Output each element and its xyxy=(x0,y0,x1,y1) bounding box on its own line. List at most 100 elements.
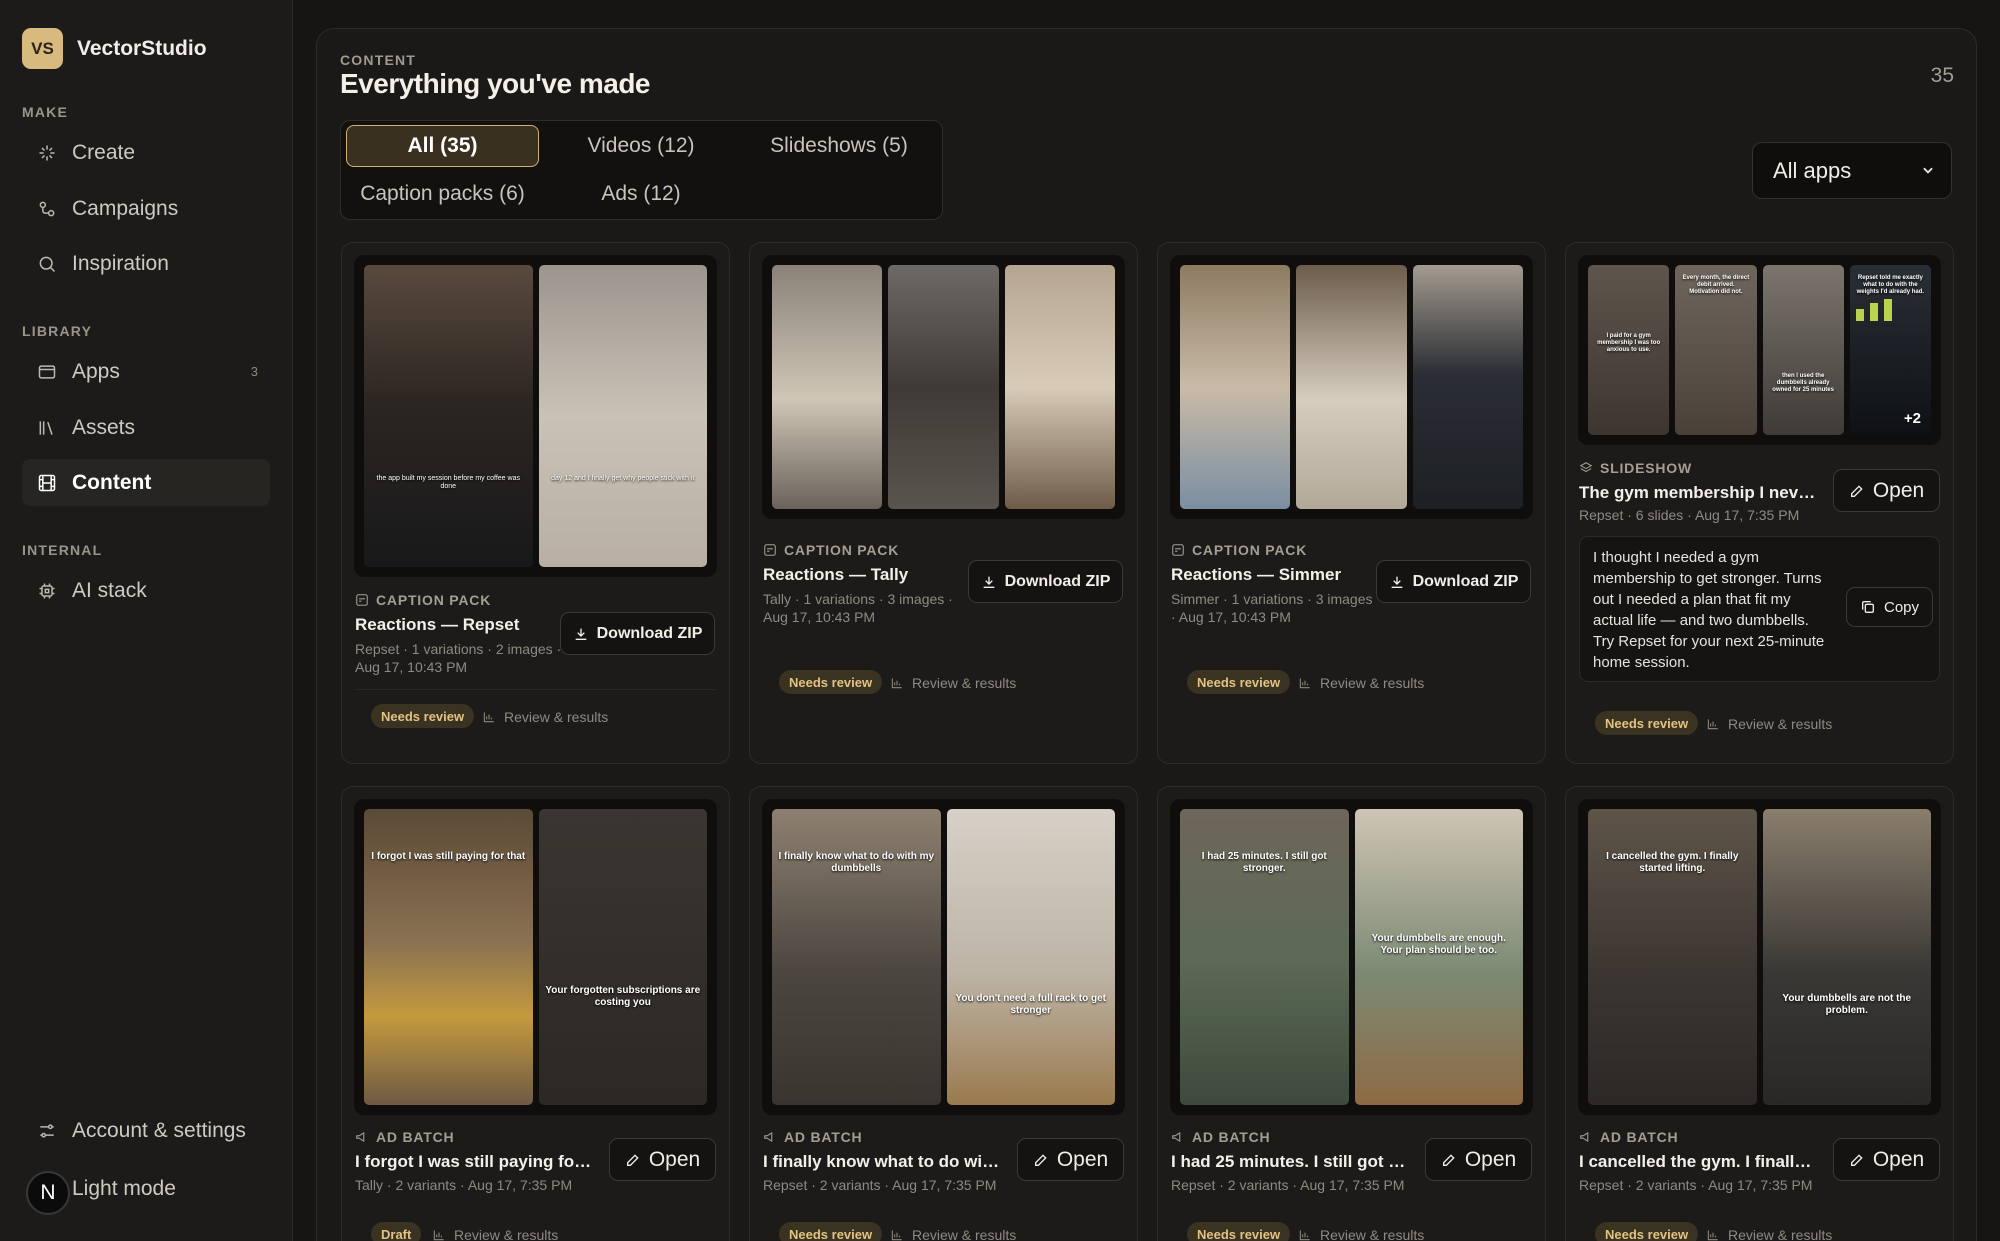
status-badge: Needs review xyxy=(779,670,883,694)
card-divider xyxy=(355,689,716,690)
card-thumbnails[interactable]: I finally know what to do with my dumbbe… xyxy=(762,799,1125,1115)
sidebar-item-label: Assets xyxy=(72,415,136,439)
thumbnail: I cancelled the gym. I finally started l… xyxy=(1588,809,1757,1105)
card-meta: Repset · 2 variants · Aug 17, 7:35 PM xyxy=(763,1177,997,1193)
bar-chart-icon xyxy=(483,712,494,723)
tab-all[interactable]: All (35) xyxy=(346,125,539,167)
content-card[interactable]: CAPTION PACK Reactions — Tally Tally · 1… xyxy=(749,242,1138,764)
open-button[interactable]: Open xyxy=(1425,1138,1532,1181)
thumbnail: Your dumbbells are enough. Your plan sho… xyxy=(1354,809,1523,1105)
section-label-library: LIBRARY xyxy=(22,323,93,339)
review-results-link[interactable]: Review & results xyxy=(432,1227,558,1241)
card-meta: Tally · 2 variants · Aug 17, 7:35 PM xyxy=(355,1177,573,1193)
card-date: Aug 17, 10:43 PM xyxy=(763,609,876,625)
download-zip-button[interactable]: Download ZIP xyxy=(1376,560,1531,603)
review-results-link[interactable]: Review & results xyxy=(1706,716,1832,732)
thumbnail-caption: I cancelled the gym. I finally started l… xyxy=(1606,851,1739,874)
sidebar-item-apps[interactable]: Apps 3 xyxy=(22,348,270,395)
content-card[interactable]: I forgot I was still paying for that You… xyxy=(341,786,730,1241)
tab-caption-packs[interactable]: Caption packs (6) xyxy=(346,173,539,215)
card-meta: Repset · 6 slides · Aug 17, 7:35 PM xyxy=(1579,507,1800,523)
card-title[interactable]: I finally know what to do with my dumbbe… xyxy=(763,1152,1003,1172)
thumbnail: I had 25 minutes. I still got stronger. xyxy=(1180,809,1349,1105)
sidebar-item-ai-stack[interactable]: AI stack xyxy=(22,567,270,614)
card-thumbnails[interactable] xyxy=(762,255,1125,519)
sidebar-item-campaigns[interactable]: Campaigns xyxy=(22,185,270,232)
card-title[interactable]: I forgot I was still paying for that xyxy=(355,1152,595,1172)
card-thumbnails[interactable]: I cancelled the gym. I finally started l… xyxy=(1578,799,1941,1115)
sidebar-item-assets[interactable]: Assets xyxy=(22,404,270,451)
content-card[interactable]: CAPTION PACK Reactions — Simmer Simmer ·… xyxy=(1157,242,1546,764)
pencil-icon xyxy=(1850,1153,1863,1166)
sidebar-item-inspiration[interactable]: Inspiration xyxy=(22,240,270,287)
card-date: Aug 17, 10:43 PM xyxy=(355,659,468,675)
review-results-link[interactable]: Review & results xyxy=(1298,675,1424,691)
content-card[interactable]: I cancelled the gym. I finally started l… xyxy=(1565,786,1954,1241)
megaphone-icon xyxy=(1172,1131,1181,1143)
status-badge: Needs review xyxy=(1595,711,1699,735)
card-kind: CAPTION PACK xyxy=(763,542,899,558)
review-results-link[interactable]: Review & results xyxy=(1298,1227,1424,1241)
card-title[interactable]: I cancelled the gym. I finally started l… xyxy=(1579,1152,1819,1172)
download-zip-button[interactable]: Download ZIP xyxy=(968,560,1123,603)
chart-bar-decor xyxy=(1869,303,1878,321)
avatar[interactable]: N xyxy=(26,1171,70,1215)
card-kind: CAPTION PACK xyxy=(355,592,491,608)
review-results-link[interactable]: Review & results xyxy=(482,709,608,725)
thumbnail-caption: I paid for a gym membership I was too an… xyxy=(1597,333,1661,353)
account-settings-link[interactable]: Account & settings xyxy=(22,1107,270,1154)
thumbnail xyxy=(1412,265,1523,509)
thumbnail-caption: Your forgotten subscriptions are costing… xyxy=(545,985,701,1008)
sliders-icon xyxy=(36,1120,58,1142)
status-badge: Needs review xyxy=(371,704,475,728)
tab-ads[interactable]: Ads (12) xyxy=(551,173,731,215)
thumbnail-caption: Your dumbbells are not the problem. xyxy=(1782,993,1912,1016)
card-title[interactable]: Reactions — Tally xyxy=(763,565,953,585)
review-results-link[interactable]: Review & results xyxy=(890,675,1016,691)
card-title[interactable]: The gym membership I never... xyxy=(1579,483,1819,503)
layers-icon xyxy=(1579,462,1593,473)
open-button[interactable]: Open xyxy=(1833,469,1940,512)
sidebar-item-create[interactable]: Create xyxy=(22,129,270,176)
download-icon xyxy=(1391,576,1402,588)
card-title[interactable]: Reactions — Simmer xyxy=(1171,565,1361,585)
thumbnail: Every month, the direct debit arrived. M… xyxy=(1675,265,1757,435)
card-thumbnails[interactable]: I forgot I was still paying for that You… xyxy=(354,799,717,1115)
card-thumbnails[interactable]: I paid for a gym membership I was too an… xyxy=(1578,255,1941,445)
thumbnail: day 12 and I finally get why people stic… xyxy=(538,265,707,567)
tab-videos[interactable]: Videos (12) xyxy=(551,125,731,167)
card-thumbnails[interactable]: I had 25 minutes. I still got stronger. … xyxy=(1170,799,1533,1115)
thumbnail-caption: I forgot I was still paying for that xyxy=(371,851,526,862)
review-results-link[interactable]: Review & results xyxy=(890,1227,1016,1241)
search-icon xyxy=(36,253,58,275)
sidebar-item-content[interactable]: Content xyxy=(22,459,270,506)
card-thumbnails[interactable] xyxy=(1170,255,1533,519)
sparkle-icon xyxy=(36,142,58,164)
content-card[interactable]: the app built my session before my coffe… xyxy=(341,242,730,764)
content-card[interactable]: I had 25 minutes. I still got stronger. … xyxy=(1157,786,1546,1241)
card-title[interactable]: Reactions — Repset xyxy=(355,615,545,635)
tab-slideshows[interactable]: Slideshows (5) xyxy=(741,125,937,167)
brand[interactable]: VS VectorStudio xyxy=(22,28,207,69)
megaphone-icon xyxy=(764,1131,773,1143)
card-title[interactable]: I had 25 minutes. I still got stronger. xyxy=(1171,1152,1411,1172)
pencil-icon xyxy=(626,1153,639,1166)
thumbnail-caption: then I used the dumbbells already owned … xyxy=(1772,373,1834,393)
download-zip-button[interactable]: Download ZIP xyxy=(560,612,715,655)
filter-tabs: All (35) Videos (12) Slideshows (5) Capt… xyxy=(340,120,943,220)
review-results-link[interactable]: Review & results xyxy=(1706,1227,1832,1241)
card-date: · Aug 17, 10:43 PM xyxy=(1171,609,1291,625)
thumbnail-caption: Every month, the direct debit arrived. M… xyxy=(1682,275,1750,295)
open-button[interactable]: Open xyxy=(609,1138,716,1181)
apps-count: 3 xyxy=(250,364,258,379)
open-button[interactable]: Open xyxy=(1017,1138,1124,1181)
card-thumbnails[interactable]: the app built my session before my coffe… xyxy=(354,255,717,577)
copy-button[interactable]: Copy xyxy=(1846,587,1933,627)
app-filter-select[interactable]: All apps xyxy=(1752,142,1952,199)
content-card[interactable]: I finally know what to do with my dumbbe… xyxy=(749,786,1138,1241)
open-button[interactable]: Open xyxy=(1833,1138,1940,1181)
content-card[interactable]: I paid for a gym membership I was too an… xyxy=(1565,242,1954,764)
caption-pack-icon xyxy=(356,594,368,606)
brand-logo: VS xyxy=(22,28,63,69)
download-icon xyxy=(983,576,994,588)
